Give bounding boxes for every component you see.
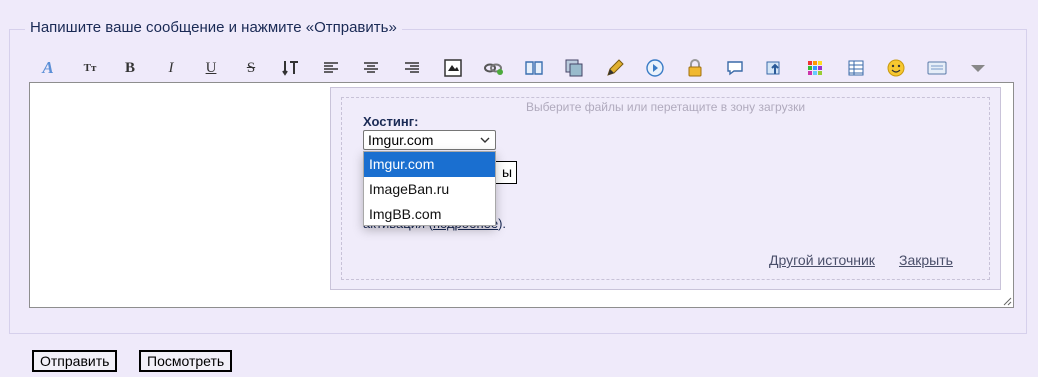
dropzone-hint: Выберите файлы или перетащите в зону заг… bbox=[525, 100, 806, 114]
underline-icon[interactable]: U bbox=[201, 58, 221, 78]
book-icon[interactable] bbox=[524, 58, 544, 78]
image-icon[interactable] bbox=[443, 58, 463, 78]
hosting-option-imgbb[interactable]: ImgBB.com bbox=[364, 202, 495, 227]
form-legend: Напишите ваше сообщение и нажмите «Отпра… bbox=[25, 19, 402, 36]
hosting-select-value: Imgur.com bbox=[368, 132, 434, 148]
speech-bubble-icon[interactable] bbox=[725, 58, 745, 78]
align-left-icon[interactable] bbox=[321, 58, 341, 78]
lock-icon[interactable] bbox=[685, 58, 705, 78]
hosting-option-imageban[interactable]: ImageBan.ru bbox=[364, 177, 495, 202]
hosting-select[interactable]: Imgur.com bbox=[363, 130, 496, 150]
more-dropdown-icon[interactable] bbox=[968, 58, 988, 78]
choose-files-button-label: ы bbox=[501, 164, 512, 180]
smiley-icon[interactable] bbox=[886, 58, 906, 78]
link-icon[interactable] bbox=[484, 58, 504, 78]
align-right-icon[interactable] bbox=[402, 58, 422, 78]
hosting-label: Хостинг: bbox=[363, 114, 419, 129]
table-icon[interactable] bbox=[846, 58, 866, 78]
align-center-icon[interactable] bbox=[361, 58, 381, 78]
chevron-down-icon bbox=[480, 137, 490, 143]
line-height-icon[interactable] bbox=[281, 58, 301, 78]
activation-suffix: ). bbox=[498, 216, 507, 231]
italic-icon[interactable]: I bbox=[161, 58, 181, 78]
preview-button[interactable]: Посмотреть bbox=[139, 350, 233, 372]
resize-grip-icon[interactable] bbox=[1002, 296, 1012, 306]
hosting-dropdown-list: Imgur.com ImageBan.ru ImgBB.com bbox=[363, 151, 496, 226]
keyboard-icon[interactable] bbox=[927, 58, 947, 78]
close-link[interactable]: Закрыть bbox=[899, 252, 953, 268]
color-grid-icon[interactable] bbox=[805, 58, 825, 78]
font-color-icon[interactable]: A bbox=[38, 58, 58, 78]
font-size-icon[interactable]: Tт bbox=[80, 58, 100, 78]
strikethrough-icon[interactable]: S bbox=[241, 58, 261, 78]
bold-icon[interactable]: B bbox=[120, 58, 140, 78]
submit-button[interactable]: Отправить bbox=[32, 350, 118, 372]
play-icon[interactable] bbox=[645, 58, 665, 78]
upload-icon[interactable] bbox=[765, 58, 785, 78]
hosting-option-imgur[interactable]: Imgur.com bbox=[364, 152, 495, 177]
gallery-icon[interactable] bbox=[564, 58, 584, 78]
pencil-icon[interactable] bbox=[605, 58, 625, 78]
other-source-link[interactable]: Другой источник bbox=[769, 252, 875, 268]
